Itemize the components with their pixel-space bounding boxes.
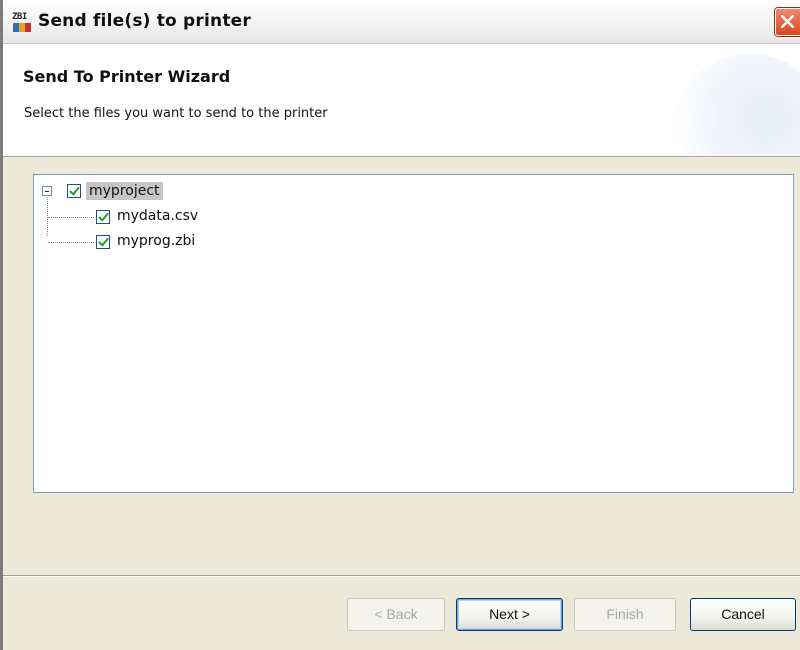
back-button[interactable]: < Back (347, 598, 445, 631)
finish-button[interactable]: Finish (574, 598, 676, 631)
tree-connector (48, 242, 94, 243)
cancel-button[interactable]: Cancel (690, 598, 796, 631)
checkmark-icon (98, 238, 109, 247)
checkmark-icon (98, 213, 109, 222)
checkmark-icon (69, 187, 80, 196)
next-button[interactable]: Next > (456, 598, 563, 631)
wizard-title: Send To Printer Wizard (23, 67, 231, 86)
collapse-toggle-icon[interactable] (42, 186, 52, 196)
tree-node-root[interactable]: myproject (86, 182, 163, 200)
dialog-window: ZBI Send file(s) to printer Send To Prin… (0, 0, 800, 650)
close-icon (781, 15, 794, 28)
window-title: Send file(s) to printer (38, 11, 251, 31)
close-button[interactable] (775, 8, 800, 36)
wizard-subtitle: Select the files you want to send to the… (24, 106, 328, 121)
checkbox-mydata[interactable] (96, 210, 110, 224)
wizard-banner-graphic (670, 54, 800, 156)
title-bar[interactable]: ZBI Send file(s) to printer (3, 0, 800, 44)
zbi-icon-text: ZBI (12, 12, 27, 22)
wizard-header: Send To Printer Wizard Select the files … (3, 44, 800, 157)
checkbox-myproject[interactable] (67, 184, 81, 198)
tree-node-myprog[interactable]: myprog.zbi (117, 232, 195, 250)
checkbox-myprog[interactable] (96, 235, 110, 249)
zbi-app-icon: ZBI (12, 13, 34, 33)
tree-node-mydata[interactable]: mydata.csv (117, 207, 198, 225)
tree-connector (48, 217, 94, 218)
zbi-icon-block (13, 23, 31, 32)
button-separator (3, 575, 800, 577)
